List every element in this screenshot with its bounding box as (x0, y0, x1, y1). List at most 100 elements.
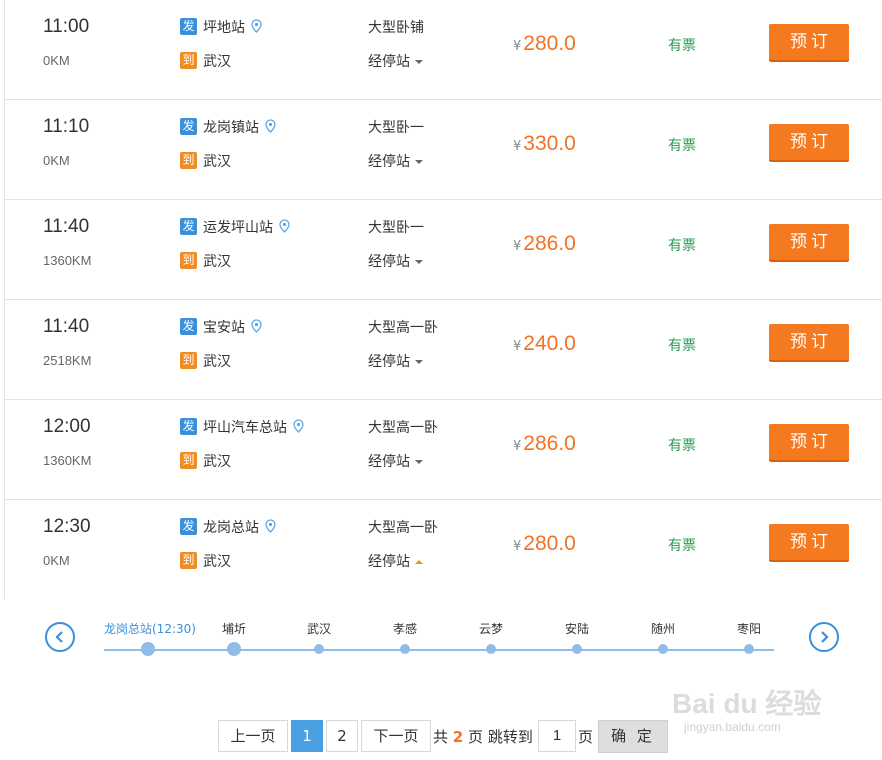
stops-label: 经停站 (368, 454, 410, 470)
jump-suffix: 页 (578, 728, 594, 746)
arrival-station: 武汉 (203, 554, 231, 570)
book-button[interactable]: 预订 (769, 24, 849, 60)
trip-distance: 0KM (43, 153, 70, 168)
departure-station-name: 龙岗镇站 (203, 120, 259, 136)
trip-row: 11:10 0KM 发 龙岗镇站 到 武汉 大型卧一 经停站 ¥330.0 有票… (5, 100, 882, 200)
bus-type: 大型卧一 (368, 120, 424, 136)
trip-list: 11:00 0KM 发 坪地站 到 武汉 大型卧铺 经停站 ¥280.0 有票 … (4, 0, 882, 599)
map-pin-icon[interactable] (265, 519, 276, 537)
departure-station[interactable]: 宝安站 (203, 317, 262, 337)
arrive-tag: 到 (180, 152, 197, 169)
stops-toggle[interactable]: 经停站 (368, 551, 423, 571)
chevron-right-icon (821, 631, 829, 643)
timeline-next-button[interactable] (809, 622, 839, 652)
timeline-stop-label: 埔圻 (221, 622, 247, 636)
price-value: 286.0 (523, 232, 576, 255)
book-button[interactable]: 预订 (769, 124, 849, 160)
departure-time: 12:30 (43, 516, 91, 537)
caret-down-icon (415, 360, 423, 364)
book-button[interactable]: 预订 (769, 424, 849, 460)
stops-toggle[interactable]: 经停站 (368, 351, 423, 371)
departure-station[interactable]: 坪山汽车总站 (203, 417, 304, 437)
map-pin-icon[interactable] (251, 19, 262, 37)
stops-label: 经停站 (368, 354, 410, 370)
trip-distance: 1360KM (43, 453, 92, 468)
currency-symbol: ¥ (513, 339, 522, 354)
stops-label: 经停站 (368, 154, 410, 170)
next-page-button[interactable]: 下一页 (361, 720, 431, 752)
page-2-button[interactable]: 2 (326, 720, 358, 752)
bus-type: 大型高一卧 (368, 420, 438, 436)
departure-station[interactable]: 龙岗总站 (203, 517, 276, 537)
trip-row: 11:40 2518KM 发 宝安站 到 武汉 大型高一卧 经停站 ¥240.0… (5, 300, 882, 400)
total-prefix: 共 (433, 728, 449, 746)
bus-type: 大型高一卧 (368, 520, 438, 536)
map-pin-icon[interactable] (293, 419, 304, 437)
departure-station[interactable]: 坪地站 (203, 17, 262, 37)
price-value: 286.0 (523, 432, 576, 455)
map-pin-icon[interactable] (279, 219, 290, 237)
departure-station[interactable]: 运发坪山站 (203, 217, 290, 237)
confirm-button[interactable]: 确 定 (598, 720, 668, 753)
map-pin-icon[interactable] (251, 319, 262, 337)
timeline-track (104, 649, 774, 651)
timeline-stop-dot (486, 644, 496, 654)
arrive-tag: 到 (180, 452, 197, 469)
price-value: 330.0 (523, 132, 576, 155)
ticket-price: ¥330.0 (513, 132, 576, 156)
timeline-stop-dot (744, 644, 754, 654)
timeline-stop-dot (572, 644, 582, 654)
caret-down-icon (415, 460, 423, 464)
ticket-price: ¥240.0 (513, 332, 576, 356)
timeline-stop-label: 云梦 (478, 622, 504, 636)
timeline-stop-label: 枣阳 (736, 622, 762, 636)
caret-down-icon (415, 160, 423, 164)
total-pages-text: 共 2 页 跳转到 (433, 726, 533, 747)
price-value: 280.0 (523, 532, 576, 555)
trip-distance: 1360KM (43, 253, 92, 268)
bus-type: 大型高一卧 (368, 320, 438, 336)
timeline-stop-label: 安陆 (564, 622, 590, 636)
stops-toggle[interactable]: 经停站 (368, 251, 423, 271)
map-pin-icon[interactable] (265, 119, 276, 137)
timeline-stop-label: 龙岗总站(12:30) (104, 622, 196, 636)
caret-down-icon (415, 60, 423, 64)
prev-page-button[interactable]: 上一页 (218, 720, 288, 752)
departure-station-name: 宝安站 (203, 320, 245, 336)
book-button[interactable]: 预订 (769, 324, 849, 360)
book-button[interactable]: 预订 (769, 224, 849, 260)
departure-station-name: 运发坪山站 (203, 220, 273, 236)
currency-symbol: ¥ (513, 139, 522, 154)
total-suffix: 页 (468, 728, 484, 746)
departure-station[interactable]: 龙岗镇站 (203, 117, 276, 137)
bus-type: 大型卧一 (368, 220, 424, 236)
timeline-stop-dot (400, 644, 410, 654)
departure-time: 12:00 (43, 416, 91, 437)
depart-tag: 发 (180, 318, 197, 335)
timeline-prev-button[interactable] (45, 622, 75, 652)
page-1-button[interactable]: 1 (291, 720, 323, 752)
timeline-stop-dot (314, 644, 324, 654)
trip-row: 11:00 0KM 发 坪地站 到 武汉 大型卧铺 经停站 ¥280.0 有票 … (5, 0, 882, 100)
departure-time: 11:10 (43, 116, 90, 137)
caret-up-icon (415, 560, 423, 564)
arrival-station: 武汉 (203, 54, 231, 70)
trip-distance: 2518KM (43, 353, 92, 368)
availability-status: 有票 (668, 238, 696, 254)
stops-label: 经停站 (368, 254, 410, 270)
availability-status: 有票 (668, 338, 696, 354)
currency-symbol: ¥ (513, 39, 522, 54)
stops-toggle[interactable]: 经停站 (368, 51, 423, 71)
availability-status: 有票 (668, 138, 696, 154)
stops-toggle[interactable]: 经停站 (368, 151, 423, 171)
arrival-station: 武汉 (203, 254, 231, 270)
bus-type: 大型卧铺 (368, 20, 424, 36)
book-button[interactable]: 预订 (769, 524, 849, 560)
departure-time: 11:40 (43, 216, 90, 237)
caret-down-icon (415, 260, 423, 264)
jump-page-input[interactable]: 1 (538, 720, 576, 752)
stops-toggle[interactable]: 经停站 (368, 451, 423, 471)
arrive-tag: 到 (180, 552, 197, 569)
currency-symbol: ¥ (513, 439, 522, 454)
trip-distance: 0KM (43, 553, 70, 568)
